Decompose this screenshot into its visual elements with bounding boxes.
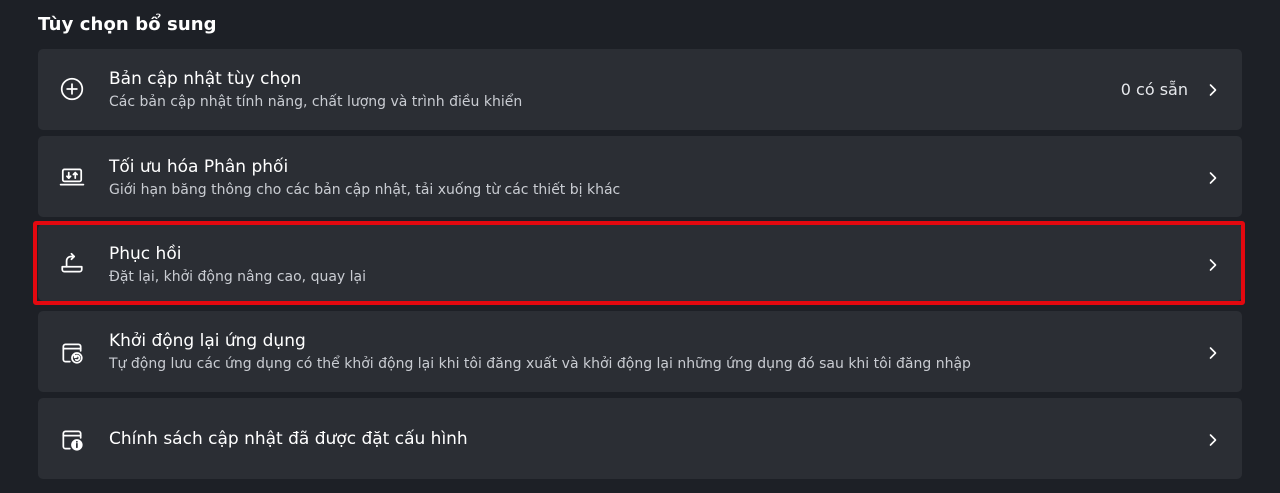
available-count: 0 có sẵn [1120,80,1188,99]
item-title: Tối ưu hóa Phân phối [109,157,289,177]
item-title: Bản cập nhật tùy chọn [109,69,302,89]
restart-apps-icon [58,339,86,367]
item-title: Phục hồi [109,244,182,264]
restart-apps-item[interactable]: Khởi động lại ứng dụng Tự động lưu các ứ… [38,311,1242,392]
item-subtitle: Đặt lại, khởi động nâng cao, quay lại [109,269,367,285]
policy-info-icon [58,426,86,454]
configured-update-policies-item[interactable]: Chính sách cập nhật đã được đặt cấu hình [38,398,1242,479]
chevron-right-icon [1206,82,1220,96]
optional-updates-item[interactable]: Bản cập nhật tùy chọn Các bản cập nhật t… [38,49,1242,130]
recovery-item[interactable]: Phục hồi Đặt lại, khởi động nâng cao, qu… [38,224,1242,301]
delivery-optimization-item[interactable]: Tối ưu hóa Phân phối Giới hạn băng thông… [38,136,1242,217]
recovery-icon [58,249,86,277]
delivery-optimization-icon [58,163,86,191]
section-title: Tùy chọn bổ sung [38,14,217,35]
chevron-right-icon [1206,432,1220,446]
item-subtitle: Tự động lưu các ứng dụng có thể khởi độn… [109,356,971,372]
item-subtitle: Giới hạn băng thông cho các bản cập nhật… [109,182,621,198]
plus-circle-icon [58,75,86,103]
chevron-right-icon [1206,170,1220,184]
chevron-right-icon [1206,345,1220,359]
item-title: Chính sách cập nhật đã được đặt cấu hình [109,429,468,449]
item-title: Khởi động lại ứng dụng [109,331,306,351]
item-subtitle: Các bản cập nhật tính năng, chất lượng v… [109,94,523,110]
chevron-right-icon [1206,257,1220,271]
